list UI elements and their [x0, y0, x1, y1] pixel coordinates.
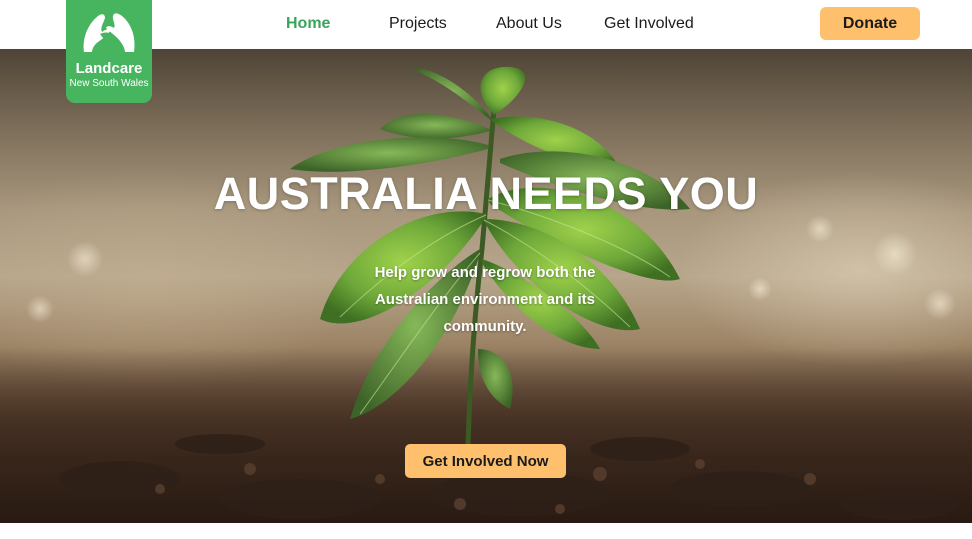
hero-subtitle: Help grow and regrow both the Australian… — [374, 264, 596, 335]
donate-button[interactable]: Donate — [820, 7, 920, 40]
nav-get-involved[interactable]: Get Involved — [604, 14, 694, 34]
logo-name: Landcare — [75, 60, 143, 77]
nav-projects[interactable]: Projects — [389, 14, 447, 34]
get-involved-now-button[interactable]: Get Involved Now — [405, 444, 566, 478]
nav-about-us[interactable]: About Us — [496, 14, 562, 34]
landcare-logo[interactable]: Landcare New South Wales — [66, 0, 152, 103]
logo-subtitle: New South Wales — [69, 78, 149, 89]
hero-title: AUSTRALIA NEEDS YOU — [213, 168, 759, 219]
hands-australia-icon — [83, 13, 135, 53]
hero-banner: AUSTRALIA NEEDS YOU Help grow and regrow… — [0, 49, 972, 523]
nav-home[interactable]: Home — [286, 14, 330, 34]
